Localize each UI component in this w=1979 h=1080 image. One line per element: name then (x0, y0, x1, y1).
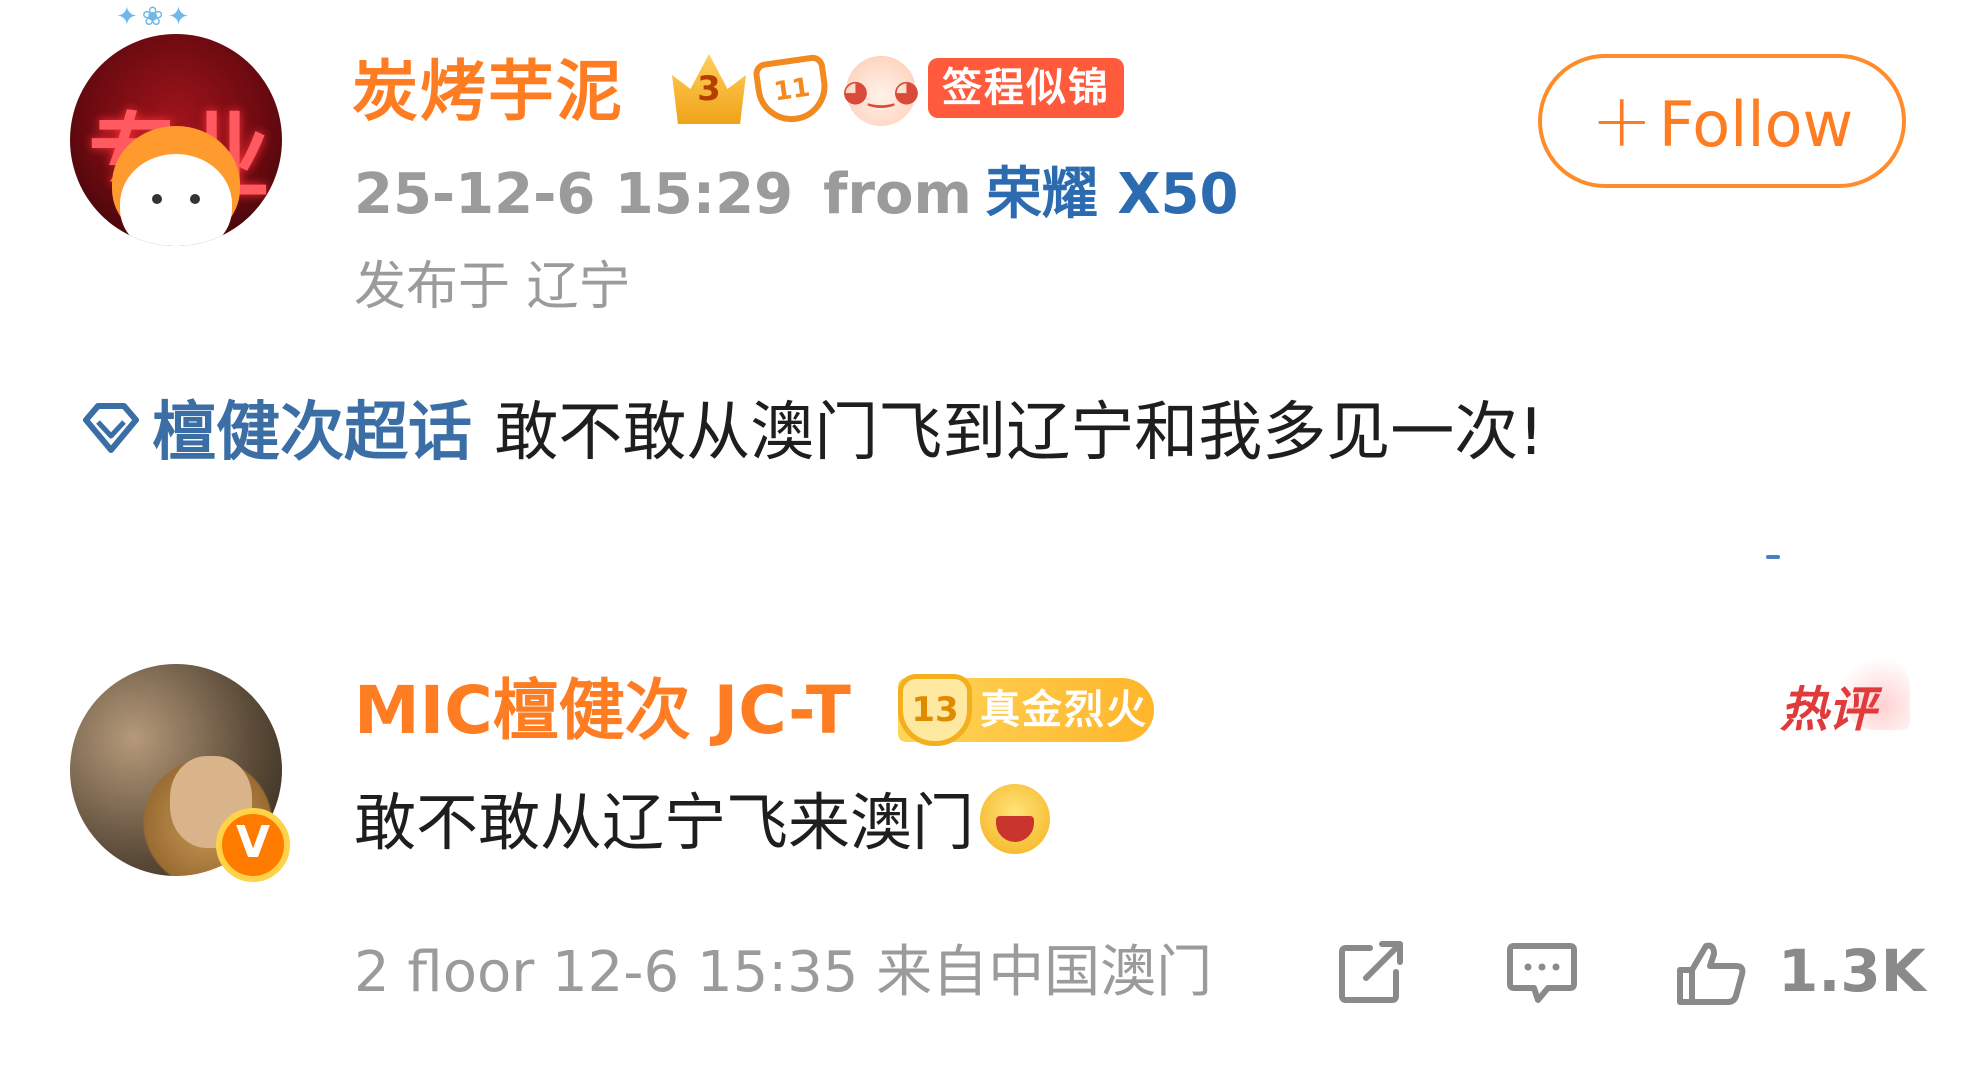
device-name: 荣耀 X50 (985, 162, 1239, 227)
follow-button[interactable]: +Follow (1538, 54, 1906, 188)
verified-v-icon: V (216, 808, 290, 882)
comment-text: 敢不敢从辽宁飞来澳门 (354, 786, 975, 859)
laughing-emoji-icon (980, 784, 1051, 854)
post-timestamp: 25-12-6 15:29 (354, 162, 794, 227)
diamond-topic-icon (83, 403, 139, 453)
poster-username[interactable]: 炭烤芋泥 (352, 54, 624, 130)
super-topic-link[interactable]: 檀健次超话 (78, 396, 494, 470)
comment-content: 敢不敢从辽宁飞来澳门 (354, 780, 1051, 866)
crown-badge-icon[interactable]: 3 (672, 54, 746, 124)
mascot-badge-icon[interactable]: ◕‿◕ (842, 56, 920, 126)
comment-icon[interactable] (1506, 940, 1578, 1006)
follow-label: Follow (1658, 88, 1854, 161)
diamond-level-number: 11 (771, 72, 813, 108)
fan-level-number: 13 (898, 674, 972, 746)
diamond-badge-icon[interactable]: 11 (751, 53, 833, 127)
from-label: from (823, 162, 972, 227)
post-meta: 25-12-6 15:29 from 荣耀 X50 (354, 160, 1238, 230)
like-count[interactable]: 1.3K (1778, 936, 1926, 1006)
divider-mark (1766, 555, 1780, 559)
hot-comment-tag: 热评 (1780, 682, 1877, 738)
crown-level-number: 3 (697, 69, 721, 109)
commenter-username[interactable]: MIC檀健次 JC-T (354, 672, 851, 750)
poster-avatar[interactable]: 专业 (70, 34, 282, 246)
topic-label: 檀健次超话 (152, 396, 472, 470)
weibo-post-screen: ✦❀✦ 专业 炭烤芋泥 3 11 ◕‿◕ 签程似锦 25-12-6 15:29 f… (0, 0, 1979, 1080)
share-icon[interactable] (1336, 940, 1408, 1006)
title-tag-badge[interactable]: 签程似锦 (928, 58, 1124, 118)
thumbs-up-icon[interactable] (1676, 940, 1748, 1006)
plus-icon: + (1590, 78, 1653, 164)
comment-meta: 2 floor 12-6 15:35 来自中国澳门 (354, 940, 1213, 1005)
post-text: 敢不敢从澳门飞到辽宁和我多见一次! (494, 396, 1544, 470)
post-location: 发布于 辽宁 (354, 257, 631, 317)
cat-icon (120, 154, 232, 246)
avatar-decoration: ✦❀✦ (116, 2, 194, 32)
post-content: 檀健次超话 敢不敢从澳门飞到辽宁和我多见一次! (78, 390, 1544, 476)
